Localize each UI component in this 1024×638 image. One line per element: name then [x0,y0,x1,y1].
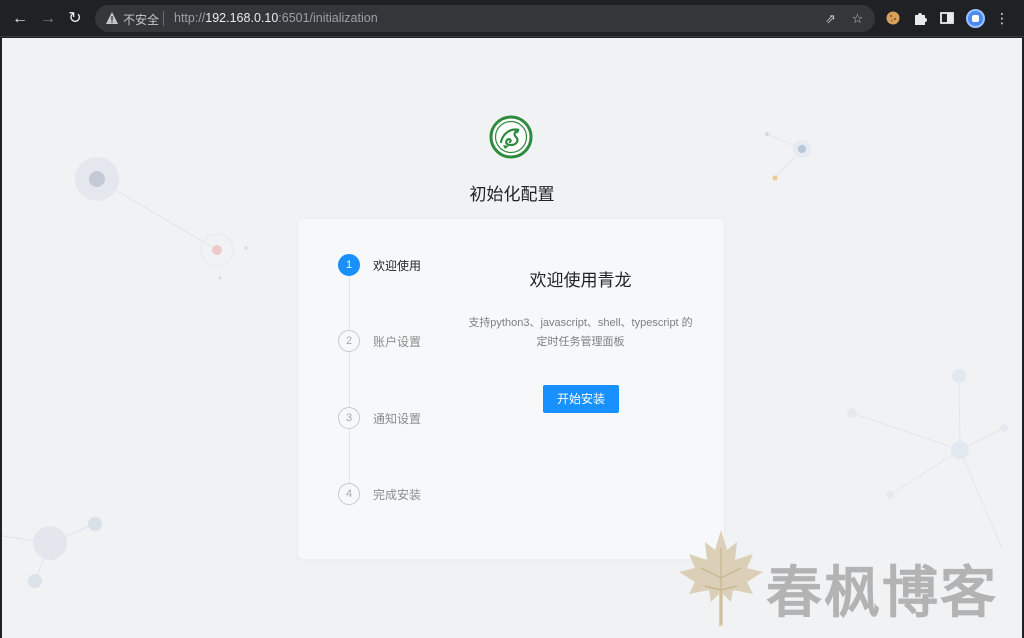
side-panel-icon[interactable] [938,9,956,27]
bookmark-star-icon[interactable]: ☆ [850,11,865,26]
url-text[interactable]: http://192.168.0.10:6501/initialization [174,11,378,25]
watermark-text: 春枫博客 [766,560,998,626]
profile-avatar[interactable] [966,9,985,28]
reload-icon[interactable]: ↻ [65,9,85,29]
url-prefix: http:// [174,11,206,25]
step-label: 欢迎使用 [373,259,422,273]
qinglong-logo-icon [489,115,533,159]
step-label: 账户设置 [373,335,422,349]
step-number: 1 [338,254,360,276]
cookie-extension-icon[interactable] [884,9,902,27]
welcome-description-line-1: 支持python3、javascript、shell、typescript 的 [468,317,693,329]
share-icon[interactable]: ⇗ [823,11,838,26]
welcome-title: 欢迎使用青龙 [529,271,632,290]
more-menu-icon[interactable]: ⋮ [993,9,1011,27]
back-arrow-icon[interactable]: ← [10,9,30,29]
page-title: 初始化配置 [469,185,555,204]
step-number: 2 [338,330,360,352]
step-label: 通知设置 [373,412,422,426]
browser-toolbar: ← → ↻ 不安全 http://192.168.0.10:6501/initi… [0,0,1024,37]
url-host: 192.168.0.10 [205,11,279,25]
steps-connector-line [349,260,350,490]
page-viewport: 初始化配置 1 欢迎使用 2 账户设置 3 通知设置 4 完成安装 欢迎使用青龙… [2,38,1022,638]
forward-arrow-icon[interactable]: → [38,9,58,29]
welcome-description: 支持python3、javascript、shell、typescript 的 … [453,314,708,352]
warning-triangle-icon[interactable] [105,11,119,25]
welcome-description-line-2: 定时任务管理面板 [536,336,625,348]
address-bar[interactable]: 不安全 http://192.168.0.10:6501/initializat… [95,5,875,32]
address-separator [163,11,164,26]
setup-card: 1 欢迎使用 2 账户设置 3 通知设置 4 完成安装 欢迎使用青龙 支持pyt… [297,218,725,560]
start-install-button[interactable]: 开始安装 [543,385,619,413]
puzzle-extensions-icon[interactable] [911,9,929,27]
url-path: :6501/initialization [278,11,378,25]
step-label: 完成安装 [373,488,422,502]
not-secure-label[interactable]: 不安全 [123,11,159,28]
step-number: 4 [338,483,360,505]
step-number: 3 [338,407,360,429]
maple-leaf-watermark-icon [679,530,763,626]
